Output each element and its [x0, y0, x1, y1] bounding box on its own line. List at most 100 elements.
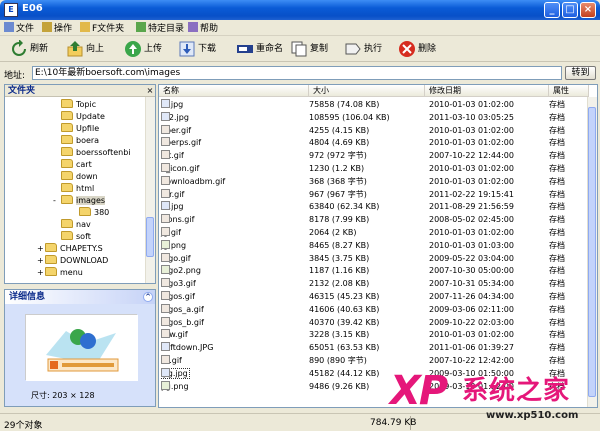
file-icon — [161, 380, 170, 390]
table-row[interactable]: downloadbm.gif 368 (368 字节) 2010-01-03 01:… — [159, 175, 587, 187]
table-row[interactable]: jg.gif 2064 (2 KB) 2010-01-03 01:02:00 存档 — [159, 227, 587, 238]
table-row[interactable]: logos.gif 46315 (45.23 KB) 2007-11-26 04:3… — [159, 291, 587, 302]
file-list-scrollbar[interactable] — [587, 97, 597, 407]
file-attr-cell: 存档 — [549, 330, 565, 340]
file-name-cell: jg.png — [161, 239, 186, 251]
menu-file[interactable]: 文件 — [4, 22, 34, 34]
table-row[interactable]: tb.gif 890 (890 字节) 2007-10-22 12:42:00 存档 — [159, 355, 587, 366]
tree-item[interactable]: + DOWNLOAD — [37, 255, 108, 267]
table-row[interactable]: d_icon.gif 1230 (1.2 KB) 2010-01-03 01:02:… — [159, 163, 587, 174]
tree-scrollbar[interactable] — [145, 97, 155, 283]
tree-item[interactable]: + menu — [37, 267, 83, 279]
file-date-cell: 2009-10-22 02:03:00 — [429, 317, 514, 327]
tree-item[interactable]: Upfile — [61, 123, 99, 135]
file-attr-cell: 存档 — [549, 240, 565, 250]
table-row[interactable]: logo.gif 3845 (3.75 KB) 2009-05-22 03:04:0… — [159, 252, 587, 264]
file-attr-cell: 存档 — [549, 356, 565, 365]
table-row[interactable]: logo3.gif 2132 (2.08 KB) 2007-10-31 05:34:… — [159, 278, 587, 289]
file-name-cell: boer.gif — [161, 124, 191, 136]
file-icon — [161, 303, 170, 313]
watermark-brand: XP — [390, 368, 448, 414]
tree-item[interactable]: cart — [61, 159, 92, 171]
tree-item[interactable]: 380 — [79, 207, 109, 219]
table-row[interactable]: logos_b.gif 40370 (39.42 KB) 2009-10-22 02… — [159, 316, 587, 328]
file-icon — [161, 99, 170, 108]
table-row[interactable]: boer.gif 4255 (4.15 KB) 2010-01-03 01:02:0… — [159, 124, 587, 136]
menu-special-dir[interactable]: 特定目录 — [136, 22, 184, 34]
download-button[interactable]: 下载 — [178, 39, 216, 59]
tree-item[interactable]: + CHAPETY.S — [37, 243, 103, 255]
column-modified[interactable]: 修改日期 — [425, 85, 549, 97]
toolbar: 刷新 向上 上传 下载 重命名 复制 执行 删除 — [0, 36, 600, 62]
execute-button[interactable]: 执行 — [344, 39, 382, 59]
file-icon — [161, 175, 170, 185]
up-button[interactable]: 向上 — [66, 39, 104, 59]
tree-item[interactable]: Update — [61, 111, 105, 123]
tree-item-selected[interactable]: - images — [53, 195, 106, 207]
column-name[interactable]: 名称 — [159, 85, 309, 97]
delete-icon — [399, 41, 415, 57]
table-row[interactable]: cft.gif 972 (972 字节) 2007-10-22 12:44:00 存档 — [159, 150, 587, 161]
collapse-icon[interactable]: ^ — [143, 292, 153, 302]
rename-button[interactable]: 重命名 — [236, 39, 283, 59]
table-row[interactable]: bf2.jpg 108595 (106.04 KB) 2011-03-10 03:0… — [159, 111, 587, 123]
file-date-cell: 2007-11-26 04:34:00 — [429, 292, 514, 301]
maximize-button[interactable]: □ — [562, 2, 578, 18]
address-bar: 地址: E:\10年最新boersoft.com\images 转到 — [0, 63, 600, 83]
table-row[interactable]: raw.gif 3228 (3.15 KB) 2010-01-03 01:02:00… — [159, 329, 587, 340]
file-attr-cell: 存档 — [549, 176, 565, 186]
file-size-cell: 8178 (7.99 KB) — [309, 215, 370, 225]
file-list-scrollbar-thumb[interactable] — [588, 107, 596, 397]
table-row[interactable]: icons.gif 8178 (7.99 KB) 2008-05-02 02:45:… — [159, 214, 587, 225]
tree-item[interactable]: boera — [61, 135, 99, 147]
plus-icon: + — [37, 268, 44, 277]
column-size[interactable]: 大小 — [309, 85, 425, 97]
object-count: 29个对象 — [4, 421, 43, 431]
file-attr-cell: 存档 — [549, 100, 565, 109]
file-size-cell: 1230 (1.2 KB) — [309, 164, 365, 173]
file-attr-cell: 存档 — [549, 266, 565, 276]
address-input[interactable]: E:\10年最新boersoft.com\images — [32, 66, 562, 80]
refresh-button[interactable]: 刷新 — [10, 39, 48, 59]
file-icon — [161, 355, 170, 364]
table-row[interactable]: softdown.JPG 65051 (63.53 KB) 2011-01-06 0… — [159, 342, 587, 353]
tree-item[interactable]: boerssoftenbi — [61, 147, 131, 159]
table-row[interactable]: jg.png 8465 (8.27 KB) 2010-01-03 01:03:00 存… — [159, 239, 587, 251]
folder-icon — [61, 147, 73, 156]
copy-button[interactable]: 复制 — [290, 39, 328, 59]
table-row[interactable]: fx.jpg 63840 (62.34 KB) 2011-08-29 21:56:5… — [159, 201, 587, 212]
address-label: 地址: — [4, 71, 26, 81]
menu-help[interactable]: 帮助 — [188, 22, 218, 34]
tree-item[interactable]: Topic — [61, 99, 96, 111]
table-row[interactable]: logos_a.gif 41606 (40.63 KB) 2009-03-06 02… — [159, 303, 587, 315]
folder-icon — [79, 207, 91, 216]
file-name-cell: logo.gif — [161, 252, 191, 264]
tree-scrollbar-thumb[interactable] — [146, 217, 154, 257]
upload-button[interactable]: 上传 — [124, 39, 162, 59]
table-row[interactable]: boerps.gif 4804 (4.69 KB) 2010-01-03 01:02… — [159, 137, 587, 148]
file-attr-cell: 存档 — [549, 292, 565, 301]
table-row[interactable]: logo2.png 1187 (1.16 KB) 2007-10-30 05:00:… — [159, 265, 587, 276]
minimize-button[interactable]: _ — [544, 2, 560, 18]
delete-button[interactable]: 删除 — [398, 39, 436, 59]
tree-item[interactable]: down — [61, 171, 98, 183]
column-attributes[interactable]: 属性 — [549, 85, 589, 97]
file-name: downloadbm.gif — [161, 176, 226, 186]
file-size-cell: 368 (368 字节) — [309, 176, 367, 186]
title-bar: E E06 _ □ × — [0, 0, 600, 20]
app-icon: E — [4, 3, 18, 17]
file-icon — [161, 265, 170, 275]
tree-item[interactable]: html — [61, 183, 94, 195]
file-date-cell: 2007-10-22 12:44:00 — [429, 151, 514, 161]
tree-item[interactable]: nav — [61, 219, 91, 231]
go-button[interactable]: 转到 — [565, 66, 596, 80]
close-button[interactable]: × — [580, 2, 596, 18]
menu-action[interactable]: 操作 — [42, 22, 72, 34]
menu-folder[interactable]: F文件夹 — [80, 22, 124, 34]
file-date-cell: 2007-10-31 05:34:00 — [429, 279, 514, 289]
table-row[interactable]: bf.jpg 75858 (74.08 KB) 2010-01-03 01:02:0… — [159, 99, 587, 110]
table-row[interactable]: err.gif 967 (967 字节) 2011-02-22 19:15:41 存档 — [159, 188, 587, 200]
tree-item[interactable]: soft — [61, 231, 91, 243]
close-icon[interactable]: × — [145, 86, 155, 96]
preview-graphic — [26, 315, 138, 381]
